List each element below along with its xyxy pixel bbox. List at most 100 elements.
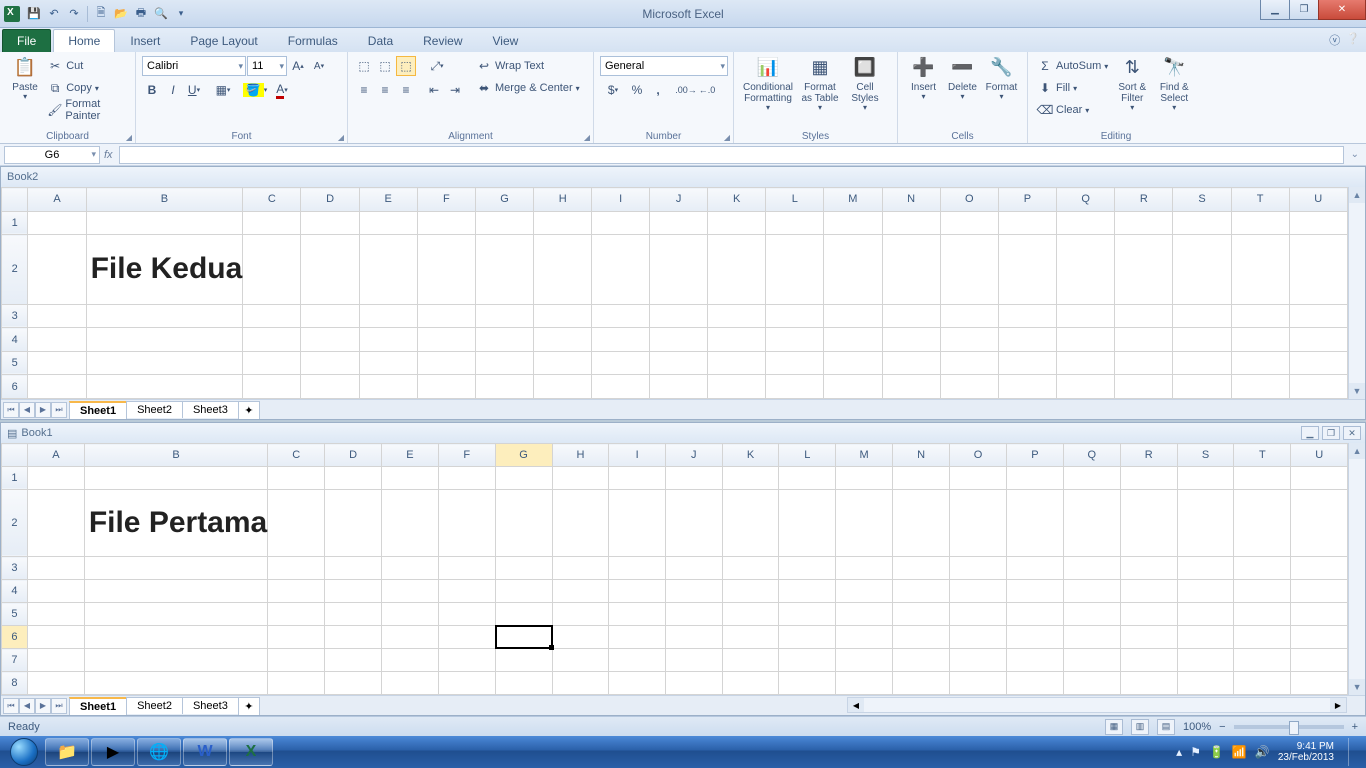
page-break-view-button[interactable]: ▤ — [1157, 719, 1175, 735]
cell-U8[interactable] — [1291, 672, 1348, 695]
col-header-D[interactable]: D — [325, 444, 382, 467]
col-header-I[interactable]: I — [609, 444, 666, 467]
cell-S5[interactable] — [1177, 603, 1234, 626]
cell-O4[interactable] — [940, 328, 998, 352]
cell-L4[interactable] — [766, 328, 824, 352]
cell-B7[interactable] — [84, 649, 267, 672]
cell-R6[interactable] — [1115, 375, 1173, 399]
sheet-nav-last[interactable]: ⏭ — [51, 698, 67, 714]
cell-P7[interactable] — [1006, 649, 1063, 672]
cell-B3[interactable] — [86, 304, 243, 328]
dialog-launcher-icon[interactable]: ◢ — [126, 133, 132, 142]
cell-J3[interactable] — [650, 304, 708, 328]
cell-P4[interactable] — [1006, 580, 1063, 603]
align-right-button[interactable]: ≡ — [396, 80, 416, 100]
col-header-M[interactable]: M — [824, 188, 882, 212]
cell-S3[interactable] — [1173, 304, 1231, 328]
cell-E1[interactable] — [382, 466, 439, 489]
grid-book1[interactable]: ABCDEFGHIJKLMNOPQRSTU12File Pertama34567… — [1, 443, 1348, 695]
cell-P1[interactable] — [1006, 466, 1063, 489]
sheet-nav-first[interactable]: ⏮ — [3, 698, 19, 714]
cell-K4[interactable] — [722, 580, 779, 603]
formula-input[interactable] — [119, 146, 1344, 164]
cell-T5[interactable] — [1234, 603, 1291, 626]
cell-Q3[interactable] — [1063, 557, 1120, 580]
cell-S7[interactable] — [1177, 649, 1234, 672]
cell-D1[interactable] — [325, 466, 382, 489]
tray-network-icon[interactable]: 📶 — [1232, 745, 1247, 759]
cell-T6[interactable] — [1234, 626, 1291, 649]
underline-button[interactable]: U▾ — [184, 80, 204, 100]
tab-insert[interactable]: Insert — [115, 29, 175, 52]
cell-E5[interactable] — [359, 351, 417, 375]
col-header-T[interactable]: T — [1234, 444, 1291, 467]
col-header-G[interactable]: G — [495, 444, 552, 467]
cell-N6[interactable] — [893, 626, 950, 649]
workbook-title-bar[interactable]: ▤ Book1 ▁ ❐ ✕ — [1, 423, 1365, 443]
cell-C2[interactable] — [243, 235, 301, 305]
decrease-decimal-button[interactable]: ←.0 — [697, 80, 717, 100]
cell-R7[interactable] — [1120, 649, 1177, 672]
cell-L2[interactable] — [766, 235, 824, 305]
cell-S1[interactable] — [1177, 466, 1234, 489]
cell-H8[interactable] — [552, 672, 609, 695]
col-header-H[interactable]: H — [552, 444, 609, 467]
col-header-N[interactable]: N — [882, 188, 940, 212]
shrink-font-button[interactable]: A▾ — [309, 56, 329, 76]
cell-A4[interactable] — [28, 328, 86, 352]
cell-E6[interactable] — [359, 375, 417, 399]
cell-C5[interactable] — [268, 603, 325, 626]
cell-H2[interactable] — [552, 489, 609, 557]
cell-E7[interactable] — [382, 649, 439, 672]
cell-H5[interactable] — [552, 603, 609, 626]
tray-chevron-icon[interactable]: ▴ — [1176, 745, 1182, 759]
cell-O3[interactable] — [940, 304, 998, 328]
row-header-6[interactable]: 6 — [2, 375, 28, 399]
cell-D5[interactable] — [301, 351, 359, 375]
col-header-D[interactable]: D — [301, 188, 359, 212]
child-restore-button[interactable]: ❐ — [1322, 426, 1340, 440]
cell-J5[interactable] — [650, 351, 708, 375]
cell-S3[interactable] — [1177, 557, 1234, 580]
cell-P2[interactable] — [998, 235, 1056, 305]
sheet-nav-next[interactable]: ▶ — [35, 698, 51, 714]
taskbar-chrome[interactable]: 🌐 — [137, 738, 181, 766]
cell-A2[interactable] — [28, 235, 86, 305]
orientation-button[interactable]: ⤢▾ — [424, 56, 450, 76]
page-layout-view-button[interactable]: ▥ — [1131, 719, 1149, 735]
cell-N3[interactable] — [882, 304, 940, 328]
align-top-button[interactable]: ⬚ — [354, 56, 374, 76]
font-size-combo[interactable]: 11 — [247, 56, 287, 76]
cell-Q6[interactable] — [1063, 626, 1120, 649]
cell-M6[interactable] — [836, 626, 893, 649]
row-header-2[interactable]: 2 — [2, 489, 28, 557]
horizontal-scrollbar[interactable]: ◀▶ — [847, 697, 1347, 713]
border-button[interactable]: ▦▾ — [210, 80, 236, 100]
cell-C5[interactable] — [243, 351, 301, 375]
col-header-E[interactable]: E — [359, 188, 417, 212]
cell-U5[interactable] — [1291, 603, 1348, 626]
select-all-corner[interactable] — [2, 444, 28, 467]
cell-B1[interactable] — [86, 211, 243, 235]
qat-save-icon[interactable]: 💾 — [25, 5, 43, 23]
col-header-H[interactable]: H — [534, 188, 592, 212]
cell-C7[interactable] — [268, 649, 325, 672]
select-all-corner[interactable] — [2, 188, 28, 212]
cell-H6[interactable] — [534, 375, 592, 399]
cell-M2[interactable] — [836, 489, 893, 557]
increase-indent-button[interactable]: ⇥ — [445, 80, 465, 100]
cell-B6[interactable] — [84, 626, 267, 649]
col-header-P[interactable]: P — [1006, 444, 1063, 467]
delete-cells-button[interactable]: ➖Delete▾ — [943, 54, 982, 104]
cell-I1[interactable] — [609, 466, 666, 489]
cell-O7[interactable] — [950, 649, 1007, 672]
cell-Q2[interactable] — [1057, 235, 1115, 305]
qat-preview-icon[interactable]: 🔍 — [152, 5, 170, 23]
workbook-title-bar[interactable]: Book2 — [1, 167, 1365, 187]
cell-R2[interactable] — [1115, 235, 1173, 305]
cell-U1[interactable] — [1291, 466, 1348, 489]
cell-G8[interactable] — [495, 672, 552, 695]
col-header-S[interactable]: S — [1173, 188, 1231, 212]
cell-E3[interactable] — [382, 557, 439, 580]
cell-O3[interactable] — [950, 557, 1007, 580]
